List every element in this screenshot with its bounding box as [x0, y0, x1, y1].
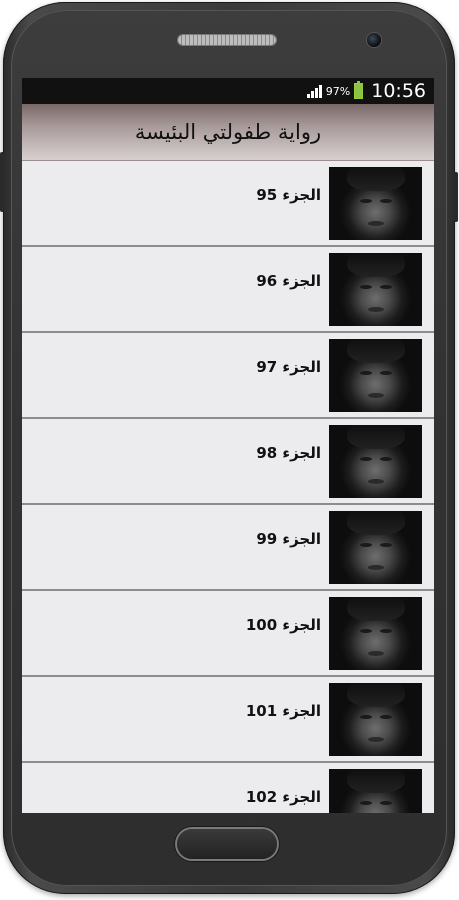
list-item-label: الجزء 102	[245, 788, 321, 806]
app-title-bar: رواية طفولتي البئيسة	[22, 104, 434, 161]
thumbnail-image	[329, 252, 422, 326]
list-item[interactable]: الجزء 100	[22, 591, 434, 677]
battery-percent: 97%	[325, 84, 351, 98]
thumbnail-image	[329, 596, 422, 670]
list-item[interactable]: الجزء 96	[22, 247, 434, 333]
list-item-label: الجزء 99	[256, 530, 321, 548]
list-item[interactable]: الجزء 98	[22, 419, 434, 505]
status-bar: 97% 10:56	[22, 78, 434, 104]
list-item-label: الجزء 98	[256, 444, 321, 462]
list-item-label: الجزء 100	[245, 616, 321, 634]
thumbnail-image	[329, 338, 422, 412]
page-title: رواية طفولتي البئيسة	[134, 120, 322, 144]
volume-button	[0, 152, 4, 212]
app-screen: 97% 10:56 رواية طفولتي البئيسة الجزء 95 …	[22, 78, 434, 813]
battery-icon	[354, 81, 364, 99]
list-item-label: الجزء 97	[256, 358, 321, 376]
list-item-label: الجزء 96	[256, 272, 321, 290]
thumbnail-image	[329, 682, 422, 756]
list-item[interactable]: الجزء 95	[22, 161, 434, 247]
front-camera	[367, 33, 381, 47]
thumbnail-image	[329, 424, 422, 498]
home-button[interactable]	[177, 829, 277, 859]
power-button	[454, 172, 458, 222]
list-item[interactable]: الجزء 97	[22, 333, 434, 419]
list-item[interactable]: الجزء 102	[22, 763, 434, 813]
list-item-label: الجزء 101	[245, 702, 321, 720]
thumbnail-image	[329, 166, 422, 240]
chapter-list[interactable]: الجزء 95 الجزء 96 الجزء 97 الجزء 98 الجز…	[22, 161, 434, 813]
speaker-grille	[178, 35, 276, 45]
list-item[interactable]: الجزء 99	[22, 505, 434, 591]
thumbnail-image	[329, 768, 422, 813]
list-item[interactable]: الجزء 101	[22, 677, 434, 763]
signal-icon	[306, 84, 322, 98]
list-item-label: الجزء 95	[256, 186, 321, 204]
thumbnail-image	[329, 510, 422, 584]
clock: 10:56	[371, 80, 426, 102]
